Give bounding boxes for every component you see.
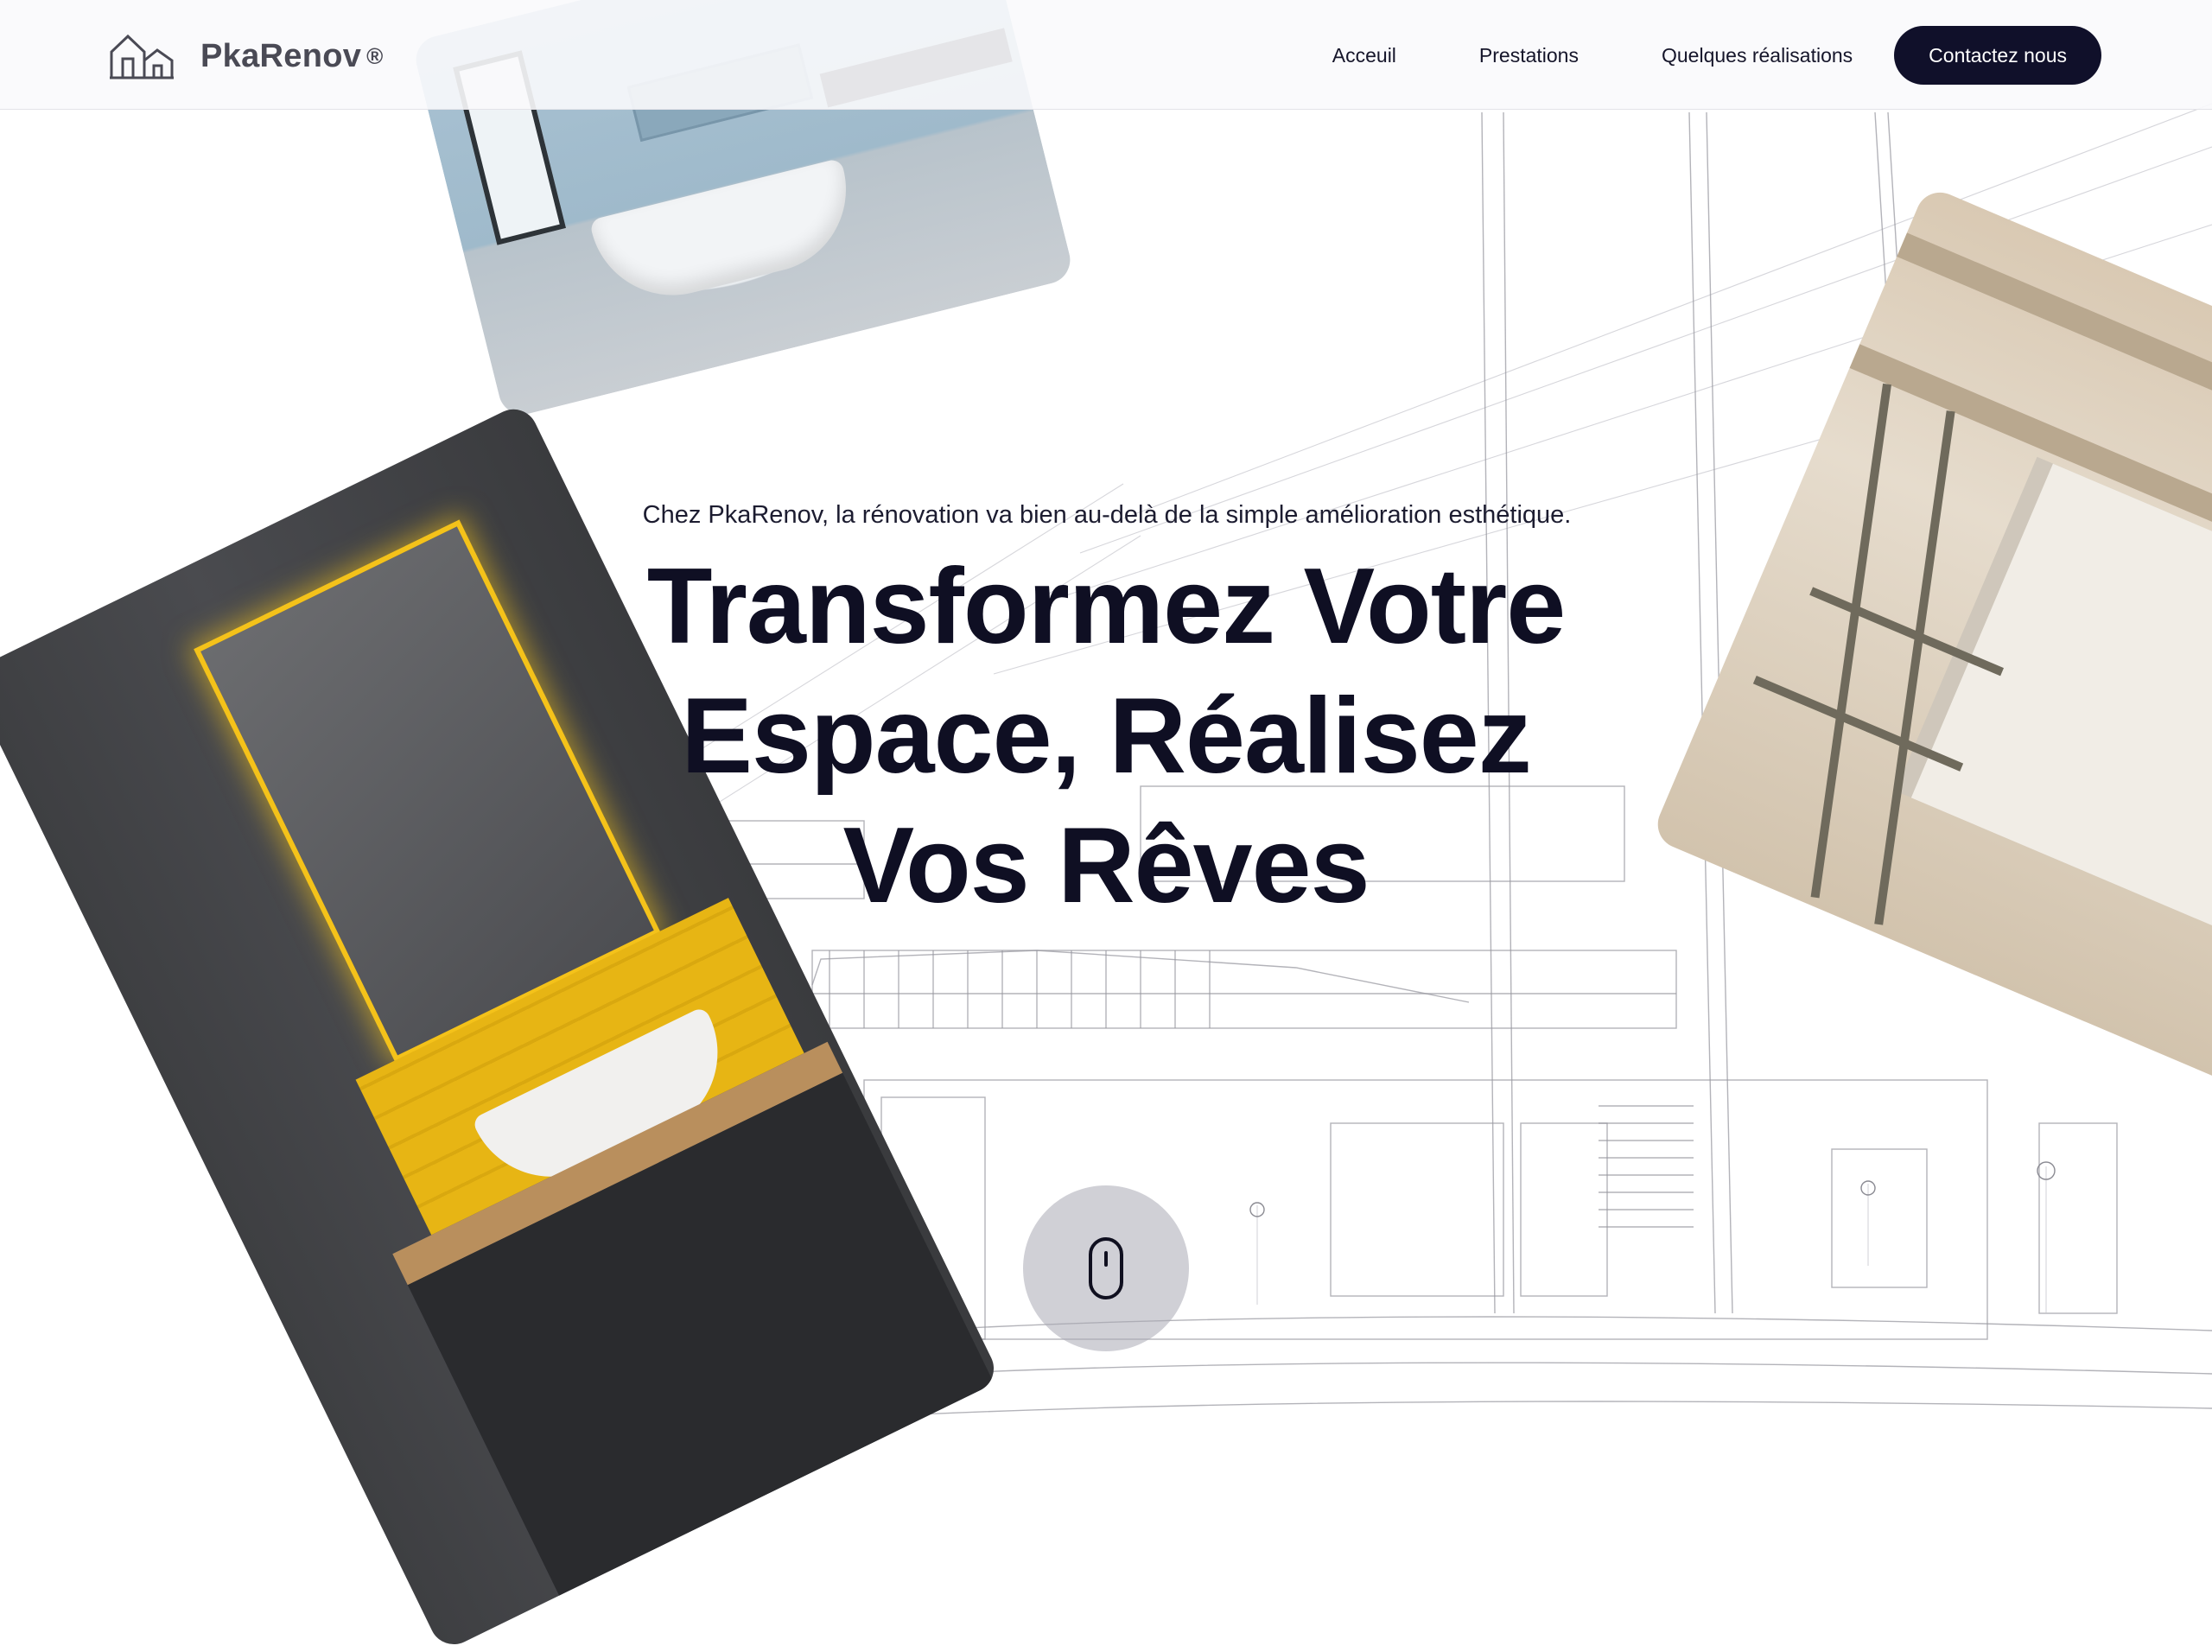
nav-link-prestations[interactable]: Prestations: [1479, 44, 1579, 67]
hero-subtitle: Chez PkaRenov, la rénovation va bien au-…: [642, 501, 1572, 529]
site-header: PkaRenov ® Acceuil Prestations Quelques r…: [0, 0, 2212, 110]
brand-name: PkaRenov: [200, 37, 362, 74]
houses-icon: [110, 34, 174, 79]
headline-line-3: Vos Rêves: [842, 806, 1370, 925]
hero-headline: Transformez Votre Espace, Réalisez Vos R…: [588, 542, 1624, 931]
nav-link-realisations[interactable]: Quelques réalisations: [1662, 44, 1853, 67]
hero-section: Chez PkaRenov, la rénovation va bien au-…: [0, 501, 2212, 931]
contact-button[interactable]: Contactez nous: [1894, 26, 2101, 85]
headline-line-1: Transformez Votre: [646, 547, 1567, 666]
nav-link-acceuil[interactable]: Acceuil: [1332, 44, 1396, 67]
brand-logo[interactable]: PkaRenov ®: [109, 33, 383, 79]
scroll-down-button[interactable]: [1023, 1185, 1189, 1351]
mouse-scroll-icon: [1089, 1237, 1123, 1299]
main-nav: Acceuil Prestations Quelques réalisation…: [1332, 26, 2101, 85]
registered-mark: ®: [366, 42, 384, 69]
headline-line-2: Espace, Réalisez: [681, 677, 1532, 796]
